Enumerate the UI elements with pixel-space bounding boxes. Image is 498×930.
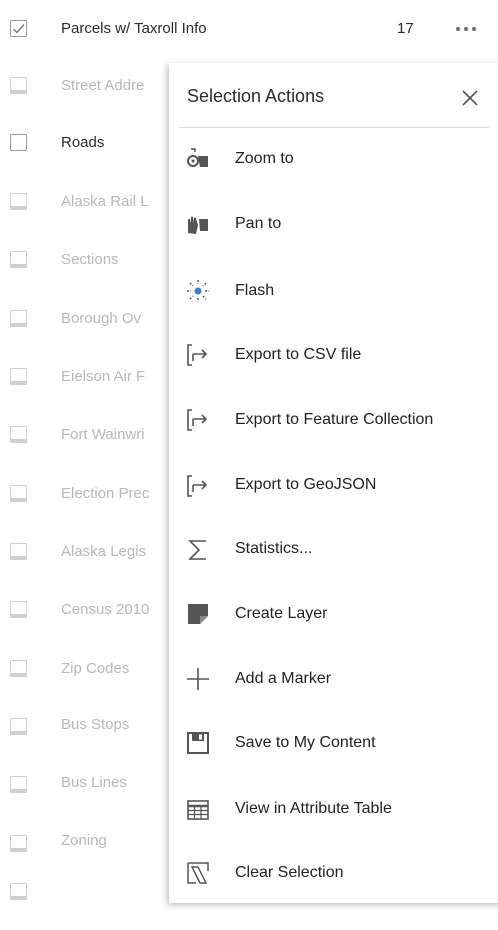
layer-checkbox-disabled bbox=[10, 251, 27, 268]
add-marker-action[interactable]: Add a Marker bbox=[169, 650, 498, 708]
export-feature-collection-action[interactable]: Export to Feature Collection bbox=[169, 391, 498, 449]
layer-label: Sections bbox=[61, 251, 119, 268]
sigma-icon bbox=[186, 538, 210, 562]
layer-label: Fort Wainwri bbox=[61, 426, 145, 443]
zoom-to-action[interactable]: Zoom to bbox=[169, 130, 498, 188]
view-attribute-table-action[interactable]: View in Attribute Table bbox=[169, 780, 498, 838]
action-label: View in Attribute Table bbox=[235, 800, 392, 817]
layer-checkbox-disabled bbox=[10, 543, 27, 560]
action-label: Statistics... bbox=[235, 540, 313, 557]
layer-label: Zoning bbox=[61, 832, 107, 849]
selection-count: 17 bbox=[397, 20, 414, 37]
popup-header: Selection Actions bbox=[169, 63, 498, 129]
layer-checkbox-disabled bbox=[10, 368, 27, 385]
action-label: Create Layer bbox=[235, 605, 328, 622]
save-to-my-content-action[interactable]: Save to My Content bbox=[169, 715, 498, 773]
statistics-action[interactable]: Statistics... bbox=[169, 521, 498, 579]
layer-label: Census 2010 bbox=[61, 601, 150, 618]
layer-checkbox-disabled bbox=[10, 310, 27, 327]
layer-label: Eielson Air F bbox=[61, 368, 146, 385]
layer-label: Parcels w/ Taxroll Info bbox=[61, 20, 207, 37]
export-icon bbox=[186, 343, 210, 367]
flash-action[interactable]: Flash bbox=[169, 262, 498, 320]
layer-checkbox[interactable] bbox=[10, 134, 27, 151]
action-label: Export to CSV file bbox=[235, 346, 362, 363]
layer-label: Bus Stops bbox=[61, 716, 130, 733]
layer-label: Street Addre bbox=[61, 77, 145, 94]
action-label: Zoom to bbox=[235, 150, 294, 167]
export-icon bbox=[186, 408, 210, 432]
layer-checkbox-disabled bbox=[10, 660, 27, 677]
action-label: Export to GeoJSON bbox=[235, 476, 377, 493]
divider bbox=[179, 127, 489, 128]
layer-checkbox-disabled bbox=[10, 883, 27, 900]
layer-checkbox-disabled bbox=[10, 835, 27, 852]
layer-item[interactable]: Parcels w/ Taxroll Info 17 bbox=[0, 0, 498, 56]
export-geojson-action[interactable]: Export to GeoJSON bbox=[169, 456, 498, 514]
create-layer-icon bbox=[186, 602, 210, 626]
layer-label: Alaska Legis bbox=[61, 543, 147, 560]
clear-selection-icon bbox=[186, 861, 210, 885]
zoom-to-icon bbox=[186, 147, 210, 171]
export-csv-action[interactable]: Export to CSV file bbox=[169, 326, 498, 384]
pan-to-action[interactable]: Pan to bbox=[169, 196, 498, 254]
table-icon bbox=[186, 798, 210, 822]
layer-checkbox-disabled bbox=[10, 485, 27, 502]
action-label: Save to My Content bbox=[235, 734, 376, 751]
layer-label: Roads bbox=[61, 134, 105, 151]
save-icon bbox=[186, 731, 210, 755]
plus-icon bbox=[186, 667, 210, 691]
layer-label: Zip Codes bbox=[61, 660, 130, 677]
clear-selection-action[interactable]: Clear Selection bbox=[169, 844, 498, 902]
create-layer-action[interactable]: Create Layer bbox=[169, 585, 498, 643]
action-label: Flash bbox=[235, 282, 275, 299]
layer-checkbox-disabled bbox=[10, 193, 27, 210]
layer-label: Alaska Rail L bbox=[61, 193, 149, 210]
layer-checkbox-disabled bbox=[10, 718, 27, 735]
layer-checkbox-disabled bbox=[10, 77, 27, 94]
popup-title: Selection Actions bbox=[187, 86, 325, 106]
action-label: Pan to bbox=[235, 215, 282, 232]
selection-actions-popup: Selection Actions Zoom to Pan to Flash E… bbox=[169, 63, 498, 903]
layer-checkbox-disabled bbox=[10, 601, 27, 618]
more-options-icon[interactable] bbox=[453, 23, 479, 33]
layer-label: Election Prec bbox=[61, 485, 150, 502]
action-label: Add a Marker bbox=[235, 670, 332, 687]
layer-checkbox-disabled bbox=[10, 776, 27, 793]
layer-label: Bus Lines bbox=[61, 774, 127, 791]
flash-icon bbox=[186, 279, 210, 303]
layer-checkbox-disabled bbox=[10, 426, 27, 443]
layer-checkbox-checked[interactable] bbox=[10, 20, 27, 37]
action-label: Clear Selection bbox=[235, 864, 344, 881]
action-label: Export to Feature Collection bbox=[235, 411, 434, 428]
pan-to-icon bbox=[186, 213, 210, 237]
export-icon bbox=[186, 474, 210, 498]
close-icon[interactable] bbox=[459, 87, 481, 109]
layer-label: Borough Ov bbox=[61, 310, 142, 327]
